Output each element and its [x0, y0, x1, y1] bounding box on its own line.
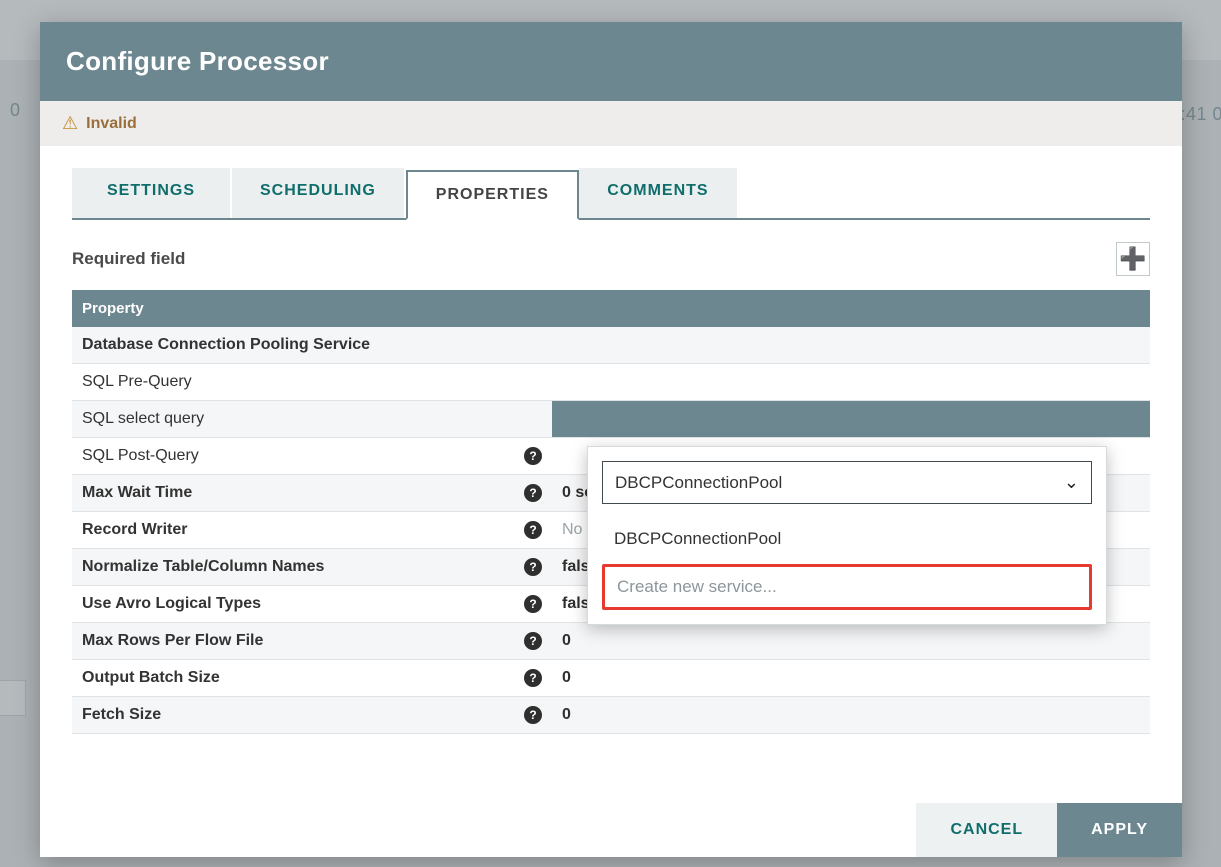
property-value-cell[interactable]: 0 — [552, 660, 1150, 697]
properties-subheader: Required field ➕ — [72, 242, 1150, 276]
property-name-cell: Max Wait Time? — [72, 475, 552, 512]
property-row[interactable]: Output Batch Size?0 — [72, 660, 1150, 697]
help-icon[interactable]: ? — [524, 558, 542, 576]
dialog-footer: CANCEL APPLY — [40, 803, 1182, 857]
property-name-cell: Database Connection Pooling Service — [72, 327, 552, 364]
property-row[interactable]: SQL select query — [72, 401, 1150, 438]
tab-strip: SETTINGS SCHEDULING PROPERTIES COMMENTS — [72, 168, 1150, 220]
tab-comments[interactable]: COMMENTS — [579, 168, 739, 218]
help-icon[interactable]: ? — [524, 632, 542, 650]
add-property-button[interactable]: ➕ — [1116, 242, 1150, 276]
property-name-cell: Normalize Table/Column Names? — [72, 549, 552, 586]
property-name: SQL Pre-Query — [82, 373, 192, 390]
tab-scheduling[interactable]: SCHEDULING — [232, 168, 406, 218]
property-name-cell: Record Writer? — [72, 512, 552, 549]
help-icon[interactable]: ? — [524, 521, 542, 539]
validation-status-text: Invalid — [86, 115, 137, 133]
required-field-label: Required field — [72, 249, 185, 269]
validation-status-bar: ⚠ Invalid — [40, 101, 1182, 146]
chevron-down-icon: ⌄ — [1064, 472, 1079, 493]
create-new-service-option[interactable]: Create new service... — [602, 564, 1092, 610]
property-name: Output Batch Size — [82, 669, 220, 686]
controller-service-combo[interactable]: DBCPConnectionPool ⌄ — [602, 461, 1092, 504]
property-name: Fetch Size — [82, 706, 161, 723]
property-name-cell: SQL select query — [72, 401, 552, 438]
help-icon[interactable]: ? — [524, 595, 542, 613]
warning-icon: ⚠ — [62, 113, 78, 134]
property-name-cell: SQL Post-Query? — [72, 438, 552, 475]
property-name: Max Wait Time — [82, 484, 192, 501]
help-icon[interactable]: ? — [524, 447, 542, 465]
property-name-cell: Output Batch Size? — [72, 660, 552, 697]
help-icon[interactable]: ? — [524, 669, 542, 687]
property-name: SQL select query — [82, 410, 204, 427]
property-row[interactable]: Database Connection Pooling Service — [72, 327, 1150, 364]
column-property-value — [552, 290, 1150, 327]
property-value-cell[interactable]: 0 — [552, 697, 1150, 734]
tab-settings[interactable]: SETTINGS — [72, 168, 232, 218]
properties-table-header: Property — [72, 290, 1150, 327]
property-name-cell: Max Rows Per Flow File? — [72, 623, 552, 660]
cancel-button[interactable]: CANCEL — [916, 803, 1057, 857]
property-row[interactable]: Fetch Size?0 — [72, 697, 1150, 734]
apply-button[interactable]: APPLY — [1057, 803, 1182, 857]
property-name: Record Writer — [82, 521, 188, 538]
property-row[interactable]: Max Rows Per Flow File?0 — [72, 623, 1150, 660]
column-property-name: Property — [72, 290, 552, 327]
property-value-cell[interactable] — [552, 401, 1150, 438]
controller-service-options: DBCPConnectionPool Create new service... — [602, 518, 1092, 610]
property-name: Database Connection Pooling Service — [82, 336, 370, 353]
controller-service-option[interactable]: DBCPConnectionPool — [602, 518, 1092, 560]
property-name: Normalize Table/Column Names — [82, 558, 324, 575]
help-icon[interactable]: ? — [524, 706, 542, 724]
configure-processor-dialog: Configure Processor ⚠ Invalid SETTINGS S… — [40, 22, 1182, 857]
plus-icon: ➕ — [1119, 246, 1146, 272]
dialog-title: Configure Processor — [40, 22, 1182, 101]
property-name-cell: Fetch Size? — [72, 697, 552, 734]
property-value-cell[interactable] — [552, 327, 1150, 364]
tab-properties[interactable]: PROPERTIES — [406, 170, 579, 220]
help-icon[interactable]: ? — [524, 484, 542, 502]
controller-service-editor-popover: DBCPConnectionPool ⌄ DBCPConnectionPool … — [587, 446, 1107, 625]
dialog-body: SETTINGS SCHEDULING PROPERTIES COMMENTS … — [40, 146, 1182, 803]
property-value-cell[interactable]: 0 — [552, 623, 1150, 660]
property-row[interactable]: SQL Pre-Query — [72, 364, 1150, 401]
property-value-cell[interactable] — [552, 364, 1150, 401]
controller-service-selected-value: DBCPConnectionPool — [615, 473, 782, 493]
property-name: Use Avro Logical Types — [82, 595, 261, 612]
property-name-cell: Use Avro Logical Types? — [72, 586, 552, 623]
property-name: Max Rows Per Flow File — [82, 632, 263, 649]
property-name-cell: SQL Pre-Query — [72, 364, 552, 401]
property-name: SQL Post-Query — [82, 447, 199, 464]
